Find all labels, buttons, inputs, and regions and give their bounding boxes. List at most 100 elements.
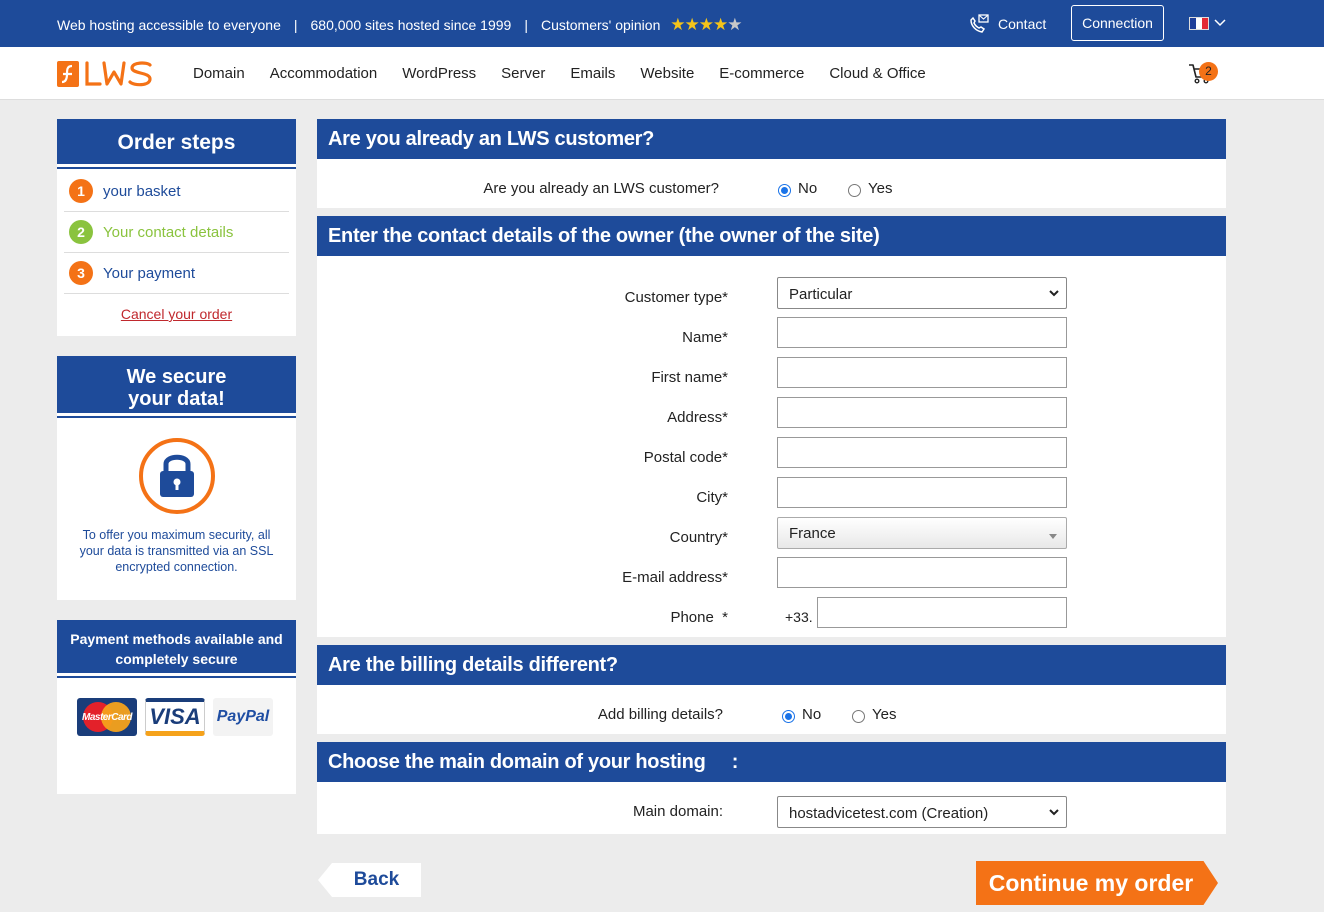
radio-dot (848, 184, 861, 197)
main-domain-select[interactable]: hostadvicetest.com (Creation) (777, 796, 1067, 828)
tagline-text: Web hosting accessible to everyone (57, 17, 281, 33)
main-domain-label: Main domain: (632, 803, 723, 820)
country-value: France (789, 525, 836, 542)
nav-item-accommodation[interactable]: Accommodation (270, 65, 378, 82)
billing-no-radio[interactable]: No (782, 706, 821, 723)
cancel-order-link[interactable]: Cancel your order (57, 306, 296, 322)
secure-title-line-2: your data! (128, 388, 225, 410)
customer-type-label: Customer type* (624, 289, 728, 306)
nav-item-wordpress[interactable]: WordPress (402, 65, 476, 82)
city-input[interactable] (777, 477, 1067, 508)
connection-button[interactable]: Connection (1071, 5, 1164, 41)
top-tagline: Web hosting accessible to everyone | 680,0… (57, 15, 743, 35)
secure-title-line-1: We secure (126, 366, 227, 388)
step-number: 2 (69, 220, 93, 244)
separator: | (524, 17, 528, 33)
nav-item-website[interactable]: Website (640, 65, 694, 82)
secure-data-panel: We secure your data! To offer you maximu… (57, 356, 296, 600)
radio-dot (852, 710, 865, 723)
order-steps-panel: Order steps 1 your basket 2 Your contact… (57, 119, 296, 336)
back-button[interactable]: Back (318, 863, 421, 897)
billing-yes-radio[interactable]: Yes (852, 706, 896, 723)
country-select[interactable]: France (777, 517, 1067, 549)
chevron-down-icon[interactable] (1214, 12, 1226, 32)
visa-logo: VISA (145, 698, 205, 736)
section-existing-customer-body (317, 159, 1226, 208)
email-label: E-mail address* (622, 569, 728, 586)
sites-count-text: 680,000 sites hosted since 1999 (310, 17, 512, 33)
customer-type-select[interactable]: Particular (777, 277, 1067, 309)
existing-customer-yes-radio[interactable]: Yes (848, 180, 892, 197)
contact-label: Contact (998, 16, 1047, 32)
payment-cards: MasterCard VISA PayPal (57, 676, 296, 736)
step-number: 3 (69, 261, 93, 285)
country-label: Country* (669, 529, 728, 546)
main-navigation: Domain Accommodation WordPress Server Em… (0, 47, 1324, 100)
secure-description: To offer you maximum security, all your … (79, 528, 274, 574)
name-input[interactable] (777, 317, 1067, 348)
order-step-payment[interactable]: 3 Your payment (64, 253, 289, 294)
cart-count-badge: 2 (1199, 62, 1218, 81)
address-label: Address* (667, 409, 728, 426)
mastercard-logo: MasterCard (77, 698, 137, 736)
section-main-domain-title: Choose the main domain of your hosting : (317, 742, 1226, 782)
nav-item-server[interactable]: Server (501, 65, 545, 82)
main-domain-value: hostadvicetest.com (Creation) (789, 805, 989, 822)
postal-code-input[interactable] (777, 437, 1067, 468)
paypal-logo: PayPal (213, 698, 273, 736)
existing-customer-no-radio[interactable]: No (778, 180, 817, 197)
address-input[interactable] (777, 397, 1067, 428)
step-number: 1 (69, 179, 93, 203)
customer-type-value: Particular (789, 286, 853, 303)
order-step-contact-details[interactable]: 2 Your contact details (64, 212, 289, 253)
radio-label: No (798, 180, 818, 197)
nav-item-emails[interactable]: Emails (570, 65, 615, 82)
section-billing-body (317, 685, 1226, 734)
existing-customer-question: Are you already an LWS customer? (483, 180, 719, 197)
phone-label: Phone * (670, 609, 728, 626)
nav-item-ecommerce[interactable]: E-commerce (719, 65, 804, 82)
order-step-basket[interactable]: 1 your basket (64, 171, 289, 212)
dropdown-arrow-icon (1049, 534, 1057, 539)
order-steps-title: Order steps (57, 119, 296, 167)
section-contact-details-title: Enter the contact details of the owner (… (317, 216, 1226, 256)
france-flag-icon[interactable] (1189, 17, 1209, 30)
payment-title-line-1: Payment methods available and (70, 631, 283, 647)
rating-stars-icon[interactable]: ★★★★★ (670, 15, 742, 34)
phone-mail-icon (970, 14, 989, 33)
first-name-input[interactable] (777, 357, 1067, 388)
payment-methods-title: Payment methods available and completely… (57, 620, 296, 676)
section-contact-details-body (317, 256, 1226, 637)
billing-question: Add billing details? (597, 706, 723, 723)
phone-input[interactable] (817, 597, 1067, 628)
mastercard-label: MasterCard (81, 711, 133, 723)
radio-dot (778, 184, 791, 197)
radio-label: No (802, 706, 822, 723)
payment-title-line-2: completely secure (115, 651, 238, 667)
postal-code-label: Postal code* (643, 449, 728, 466)
name-label: Name* (682, 329, 728, 346)
contact-link[interactable]: Contact (968, 14, 1046, 34)
section-main-domain-body (317, 782, 1226, 834)
chevron-down-icon (1049, 290, 1059, 297)
continue-order-button[interactable]: Continue my order (976, 861, 1218, 905)
nav-item-domain[interactable]: Domain (193, 65, 245, 82)
step-label: Your contact details (103, 223, 234, 241)
section-billing-title: Are the billing details different? (317, 645, 1226, 685)
email-input[interactable] (777, 557, 1067, 588)
section-existing-customer-title: Are you already an LWS customer? (317, 119, 1226, 159)
lws-logo[interactable] (57, 61, 153, 87)
first-name-label: First name* (651, 369, 728, 386)
customers-opinion-link[interactable]: Customers' opinion (541, 17, 660, 33)
secure-title: We secure your data! (57, 356, 296, 416)
top-bar: Web hosting accessible to everyone | 680,0… (0, 0, 1324, 47)
radio-label: Yes (868, 180, 893, 197)
radio-label: Yes (872, 706, 897, 723)
phone-prefix: +33. (785, 609, 813, 625)
payment-methods-panel: Payment methods available and completely… (57, 620, 296, 794)
step-label: Your payment (103, 264, 196, 282)
step-label: your basket (103, 182, 181, 200)
nav-item-cloud-office[interactable]: Cloud & Office (829, 65, 925, 82)
city-label: City* (696, 489, 728, 506)
separator: | (293, 17, 298, 33)
